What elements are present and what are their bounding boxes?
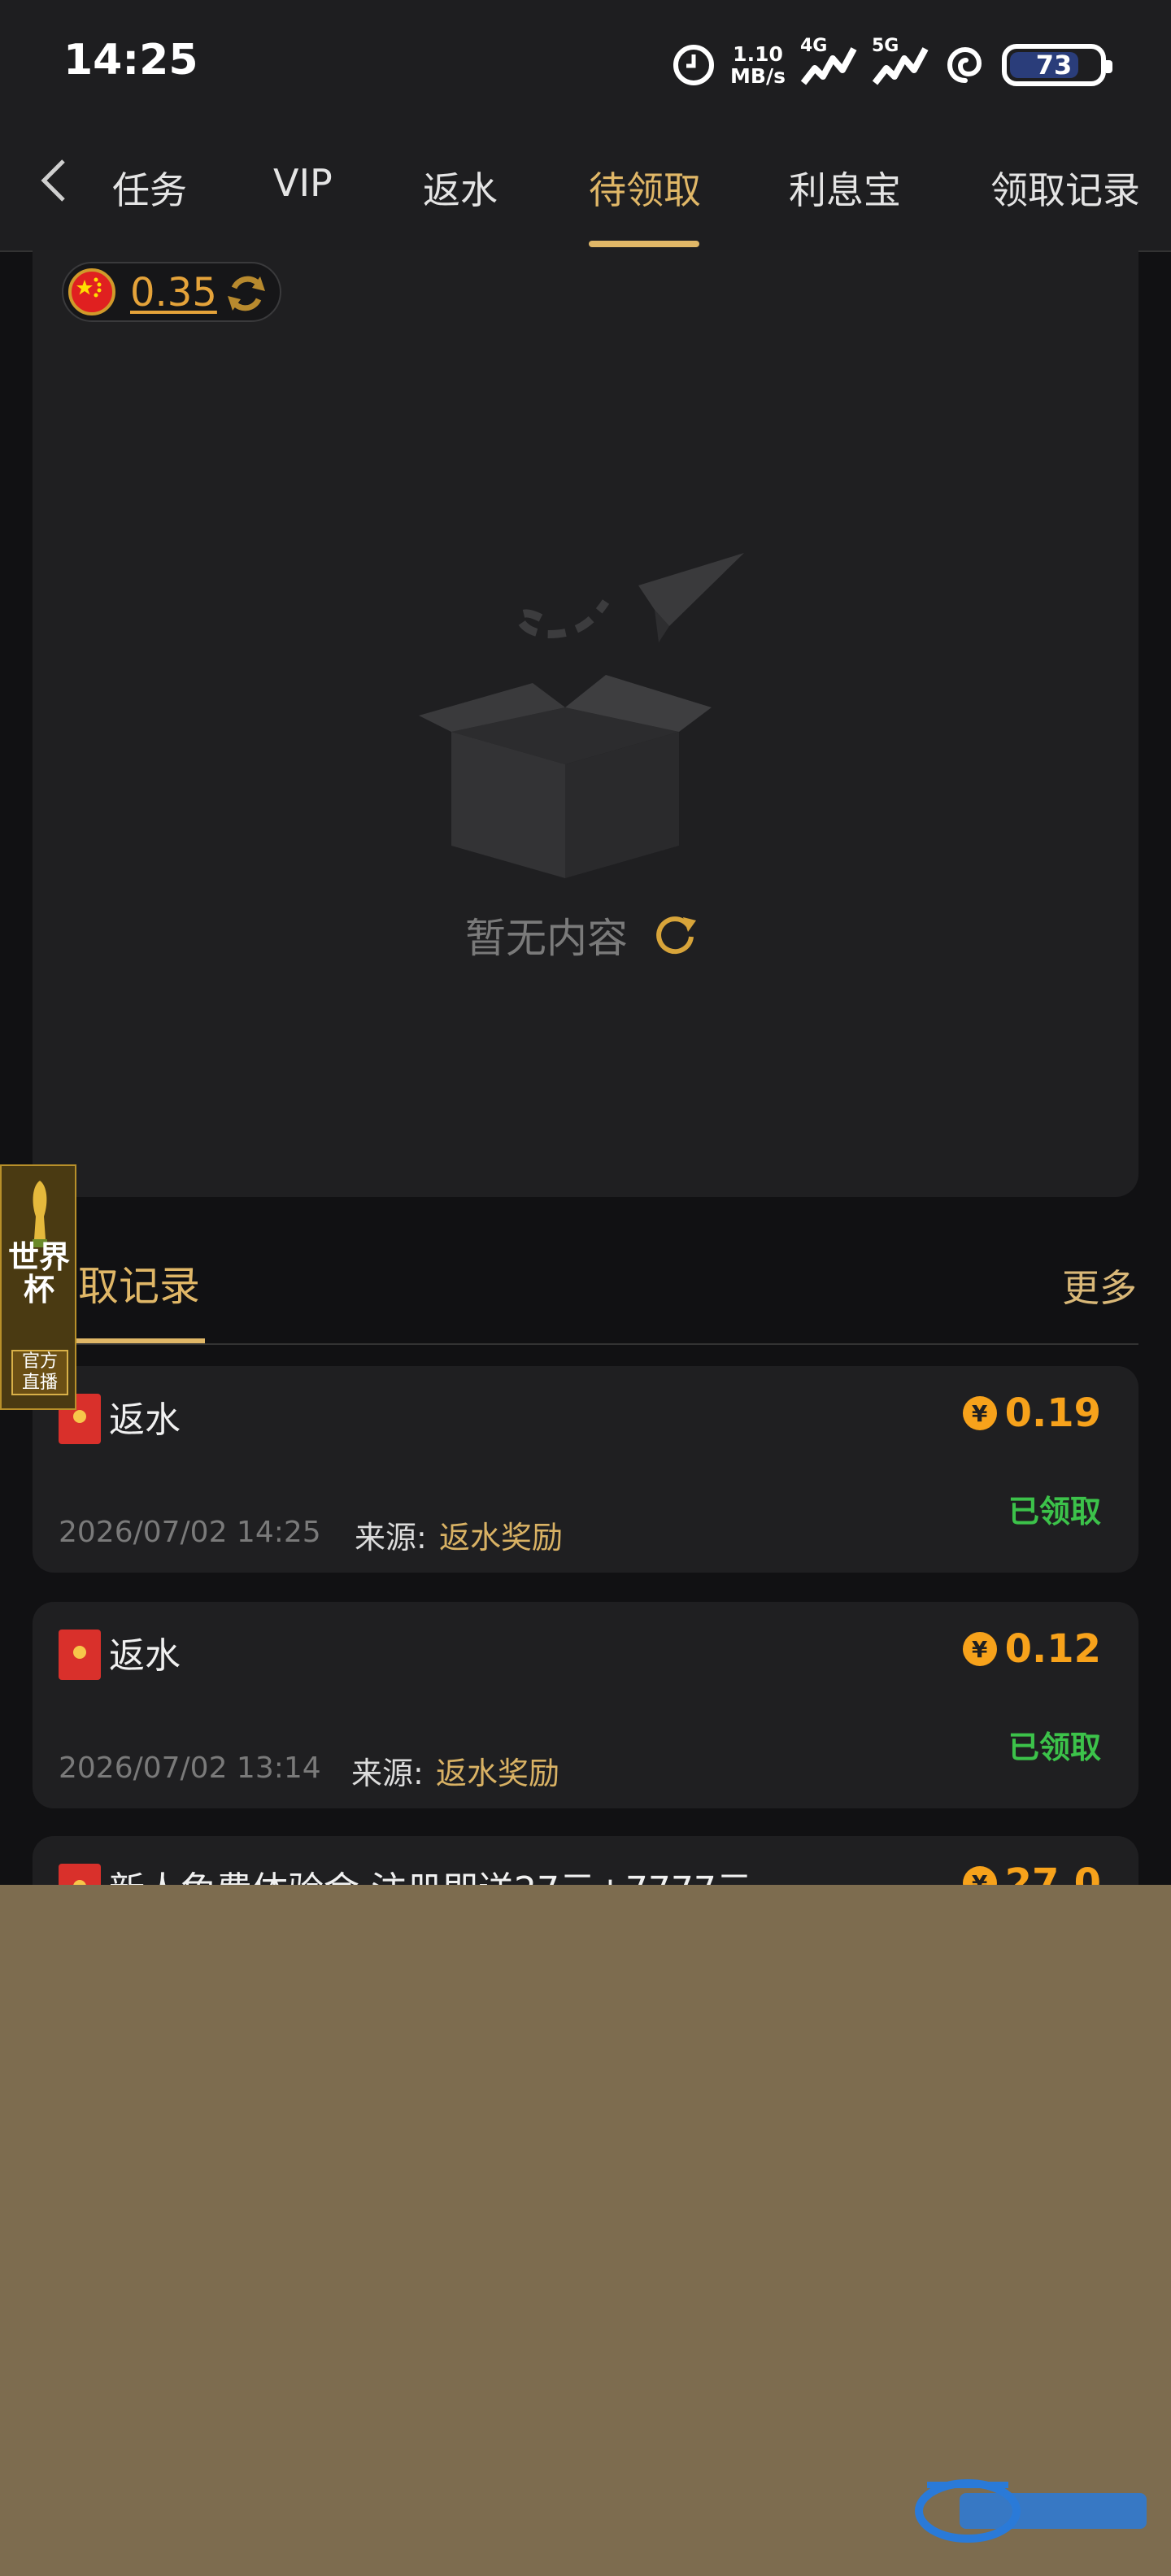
net-speed-value: 1.10	[733, 42, 783, 66]
signal-5g-icon: 5G	[872, 36, 929, 89]
empty-text: 暂无内容	[465, 915, 628, 962]
tab-rebate[interactable]: 返水	[423, 161, 498, 215]
status-icons: 1.10 MB/s 4G 5G 73	[672, 36, 1112, 93]
back-button[interactable]	[39, 156, 78, 205]
watermark-logo	[915, 2479, 1147, 2543]
record-amount: ¥ 0.19	[962, 1390, 1101, 1436]
china-flag-icon	[68, 268, 115, 315]
record-source-label: 来源:	[351, 1756, 424, 1791]
record-status: 已领取	[1008, 1494, 1101, 1530]
world-cup-live-banner[interactable]: 世界杯 官方 直播	[0, 1164, 76, 1410]
records-title: 取记录	[78, 1263, 200, 1310]
chevron-left-icon	[41, 159, 65, 202]
empty-box-illustration	[419, 553, 744, 878]
yen-coin-icon: ¥	[962, 1396, 997, 1430]
net-speed-unit: MB/s	[730, 64, 786, 88]
record-time: 2026/07/02 13:14	[59, 1751, 321, 1785]
status-bar: 14:25 1.10 MB/s 4G 5G 73	[0, 0, 1171, 122]
record-item[interactable]: 返水 ¥ 0.12 已领取 2026/07/02 13:14 来源: 返水奖励	[33, 1602, 1138, 1808]
tab-tasks[interactable]: 任务	[112, 161, 187, 215]
active-tab-indicator	[589, 241, 699, 247]
balance-amount[interactable]: 0.35	[130, 270, 217, 315]
record-source-label: 来源:	[355, 1520, 427, 1556]
record-amount-value: 0.12	[1004, 1626, 1101, 1672]
refresh-balance-icon[interactable]	[223, 270, 270, 317]
signal-4g-icon: 4G	[800, 36, 857, 89]
battery-icon: 73	[1002, 44, 1112, 86]
world-cup-subtitle: 官方 直播	[11, 1350, 68, 1395]
alarm-icon	[673, 45, 715, 85]
tab-vip[interactable]: VIP	[273, 161, 333, 205]
tab-bar: 任务 VIP 返水 待领取 利息宝 领取记录	[0, 122, 1171, 252]
net-speed: 1.10 MB/s	[730, 43, 786, 87]
record-title: 返水	[109, 1399, 181, 1441]
record-status: 已领取	[1008, 1730, 1101, 1765]
red-envelope-icon	[59, 1630, 101, 1680]
world-cup-subtitle-line2: 直播	[21, 1373, 58, 1393]
record-source: 返水奖励	[439, 1520, 564, 1556]
battery-level: 73	[1035, 50, 1073, 80]
world-cup-title: 世界杯	[7, 1239, 70, 1308]
tab-interest[interactable]: 利息宝	[789, 161, 901, 215]
world-cup-subtitle-line1: 官方	[21, 1351, 58, 1372]
record-time: 2026/07/02 14:25	[59, 1516, 321, 1549]
wifi-icon	[947, 46, 982, 83]
record-amount-value: 0.19	[1004, 1390, 1101, 1436]
reload-icon[interactable]	[652, 911, 699, 958]
record-source: 返水奖励	[436, 1756, 560, 1791]
status-time: 14:25	[63, 36, 198, 85]
record-item[interactable]: 返水 ¥ 0.19 已领取 2026/07/02 14:25 来源: 返水奖励	[33, 1366, 1138, 1573]
record-title: 返水	[109, 1635, 181, 1677]
record-amount: ¥ 0.12	[962, 1626, 1101, 1672]
divider	[33, 1343, 1138, 1345]
balance-pill: 0.35	[62, 262, 281, 322]
tab-pending[interactable]: 待领取	[589, 161, 701, 215]
tab-claim-records[interactable]: 领取记录	[990, 161, 1140, 215]
yen-coin-icon: ¥	[962, 1632, 997, 1666]
more-link[interactable]: 更多	[1062, 1259, 1137, 1312]
